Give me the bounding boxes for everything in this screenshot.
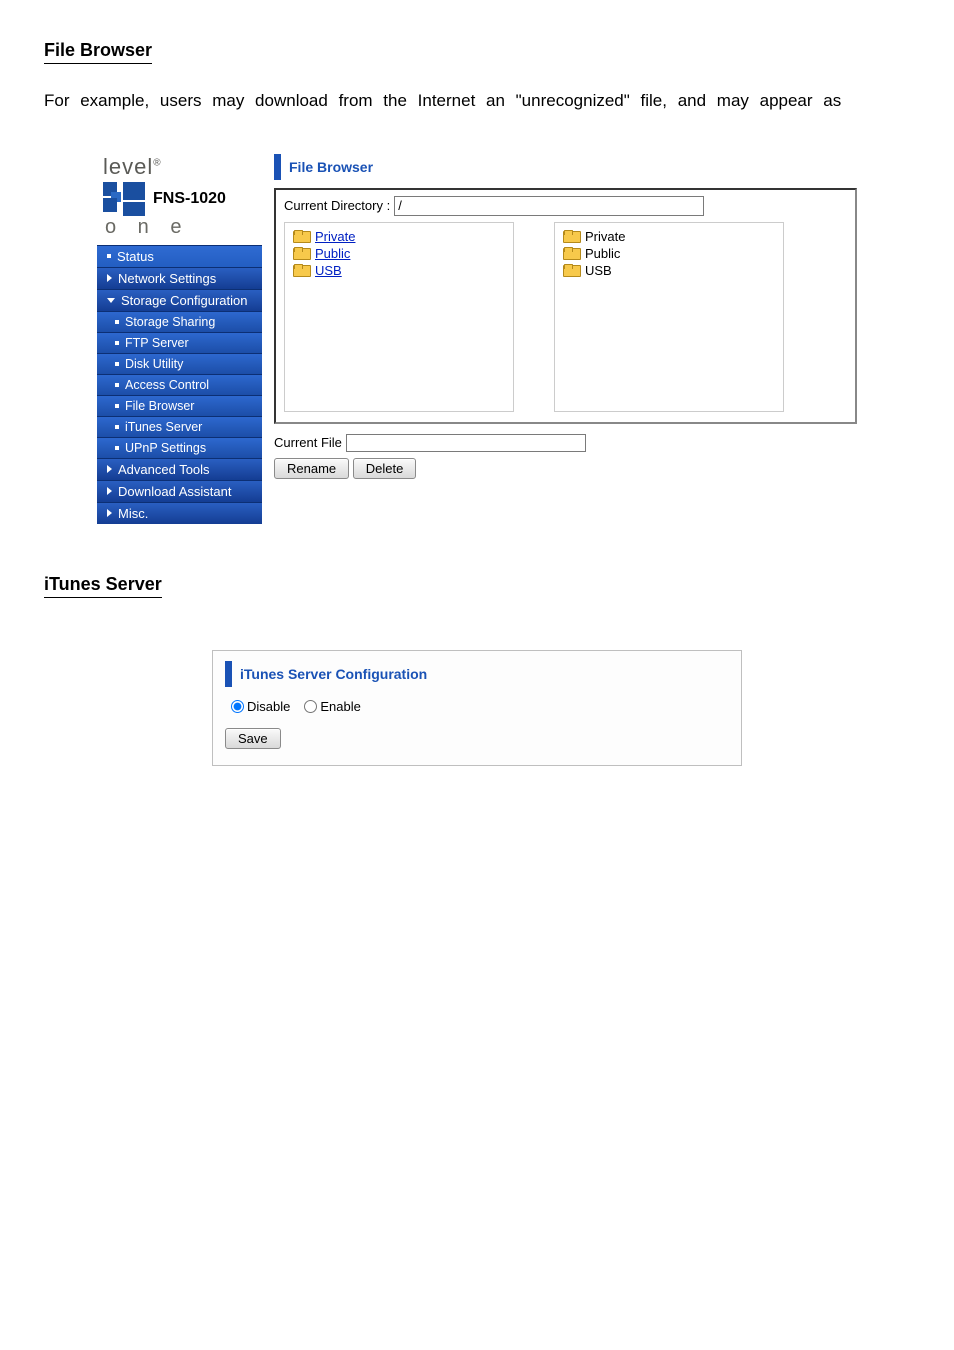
radio-enable[interactable]: Enable [304, 699, 360, 714]
brand-logo: level® FNS-1020 o n e [97, 154, 262, 245]
brand-level-text: level [103, 154, 153, 179]
bullet-icon [115, 341, 119, 345]
brand-squares-icon [103, 182, 147, 216]
folder-icon [563, 230, 579, 243]
folder-item-label: Private [585, 229, 625, 244]
sidebar-item-label: Status [117, 249, 154, 264]
folder-link-usb[interactable]: USB [293, 263, 505, 278]
folder-columns: Private Public USB Private Public USB [284, 222, 847, 412]
folder-link-label: Private [315, 229, 355, 244]
folder-item-label: Public [585, 246, 620, 261]
folder-item-label: USB [585, 263, 612, 278]
sidebar-item-label: FTP Server [125, 336, 189, 350]
radio-disable-input[interactable] [231, 700, 244, 713]
sidebar-item-storage-sharing[interactable]: Storage Sharing [97, 311, 262, 332]
sidebar-nav: Status Network Settings Storage Configur… [97, 245, 262, 524]
current-file-row: Current File [274, 434, 857, 452]
folder-item-public: Public [563, 246, 775, 261]
right-column: File Browser Current Directory : Private… [262, 154, 857, 479]
file-actions: Current File Rename Delete [274, 434, 857, 479]
sidebar-item-label: Access Control [125, 378, 209, 392]
bullet-icon [115, 320, 119, 324]
radio-enable-label: Enable [320, 699, 360, 714]
current-file-label: Current File [274, 435, 342, 450]
sidebar-item-label: Download Assistant [118, 484, 231, 499]
chevron-right-icon [107, 487, 112, 495]
folder-link-label: USB [315, 263, 342, 278]
chevron-down-icon [107, 298, 115, 303]
current-directory-input[interactable] [394, 196, 704, 216]
folder-icon [293, 247, 309, 260]
sidebar-item-itunes-server[interactable]: iTunes Server [97, 416, 262, 437]
section-heading-itunes: iTunes Server [44, 574, 162, 598]
file-browser-box: Current Directory : Private Public USB P… [274, 188, 857, 424]
sidebar-item-ftp[interactable]: FTP Server [97, 332, 262, 353]
itunes-radio-row: Disable Enable [231, 699, 729, 714]
chevron-right-icon [107, 465, 112, 473]
screenshot-file-browser: level® FNS-1020 o n e Status Network Set… [97, 154, 857, 524]
delete-button[interactable]: Delete [353, 458, 417, 479]
sidebar-item-access-control[interactable]: Access Control [97, 374, 262, 395]
sidebar-item-label: Network Settings [118, 271, 216, 286]
brand-model: FNS-1020 [153, 182, 226, 208]
panel-title-itunes: iTunes Server Configuration [225, 661, 729, 687]
sidebar-item-download-assistant[interactable]: Download Assistant [97, 480, 262, 502]
brand-level: level® [103, 154, 256, 180]
bullet-icon [107, 254, 111, 258]
section-heading-file-browser: File Browser [44, 40, 152, 64]
sidebar-item-upnp[interactable]: UPnP Settings [97, 437, 262, 458]
sidebar-item-label: Advanced Tools [118, 462, 210, 477]
folder-list-links: Private Public USB [284, 222, 514, 412]
left-column: level® FNS-1020 o n e Status Network Set… [97, 154, 262, 524]
sidebar-item-label: Misc. [118, 506, 148, 521]
brand-reg: ® [153, 157, 161, 168]
sidebar-item-disk-utility[interactable]: Disk Utility [97, 353, 262, 374]
sidebar-item-network[interactable]: Network Settings [97, 267, 262, 289]
sidebar-item-label: Disk Utility [125, 357, 183, 371]
radio-enable-input[interactable] [304, 700, 317, 713]
save-button[interactable]: Save [225, 728, 281, 749]
sidebar-item-advanced-tools[interactable]: Advanced Tools [97, 458, 262, 480]
bullet-icon [115, 362, 119, 366]
folder-item-usb: USB [563, 263, 775, 278]
folder-icon [293, 264, 309, 277]
panel-title-file-browser: File Browser [274, 154, 857, 180]
folder-link-label: Public [315, 246, 350, 261]
sidebar-item-label: UPnP Settings [125, 441, 206, 455]
rename-button[interactable]: Rename [274, 458, 349, 479]
sidebar-item-file-browser[interactable]: File Browser [97, 395, 262, 416]
sidebar-item-label: Storage Sharing [125, 315, 215, 329]
sidebar-item-misc[interactable]: Misc. [97, 502, 262, 524]
sidebar-item-label: iTunes Server [125, 420, 202, 434]
folder-link-public[interactable]: Public [293, 246, 505, 261]
sidebar-item-storage[interactable]: Storage Configuration [97, 289, 262, 311]
bullet-icon [115, 425, 119, 429]
intro-paragraph: For example, users may download from the… [44, 88, 910, 114]
folder-icon [563, 264, 579, 277]
current-directory-row: Current Directory : [284, 196, 847, 216]
sidebar-item-status[interactable]: Status [97, 245, 262, 267]
bullet-icon [115, 404, 119, 408]
bullet-icon [115, 446, 119, 450]
radio-disable[interactable]: Disable [231, 699, 290, 714]
folder-item-private: Private [563, 229, 775, 244]
folder-icon [293, 230, 309, 243]
sidebar-item-label: File Browser [125, 399, 194, 413]
brand-one: o n e [103, 216, 256, 239]
chevron-right-icon [107, 509, 112, 517]
radio-disable-label: Disable [247, 699, 290, 714]
current-file-input[interactable] [346, 434, 586, 452]
folder-link-private[interactable]: Private [293, 229, 505, 244]
folder-icon [563, 247, 579, 260]
current-directory-label: Current Directory : [284, 198, 390, 213]
screenshot-itunes-config: iTunes Server Configuration Disable Enab… [212, 650, 742, 766]
chevron-right-icon [107, 274, 112, 282]
folder-list-plain: Private Public USB [554, 222, 784, 412]
bullet-icon [115, 383, 119, 387]
sidebar-item-label: Storage Configuration [121, 293, 247, 308]
